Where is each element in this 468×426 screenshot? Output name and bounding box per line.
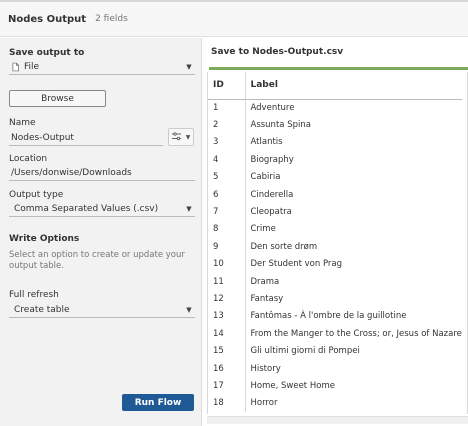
file-icon <box>9 62 19 72</box>
cell-id: 11 <box>208 272 246 291</box>
full-refresh-value: Create table <box>14 305 70 315</box>
table-row: 15 Gli ultimi giorni di Pompei <box>208 342 462 360</box>
name-input[interactable]: Nodes-Output <box>9 131 163 146</box>
header-bar: Nodes Output 2 fields <box>0 0 468 37</box>
cell-label: Crime <box>250 224 276 235</box>
cell-label: Cleopatra <box>250 207 292 218</box>
column-header-label[interactable]: Label <box>245 72 462 100</box>
cell-label: Atlantis <box>250 137 283 148</box>
cell-label: History <box>250 363 281 374</box>
cell-id: 5 <box>208 168 246 186</box>
cell-label: Drama <box>250 276 280 287</box>
write-options-label: Write Options <box>9 234 80 244</box>
cell-id: 16 <box>208 359 246 378</box>
save-output-value: File <box>24 62 40 72</box>
preview-table: ID Label 1 Adventure 2 Assunta Spina 3 Atlant… <box>208 72 463 413</box>
settings-panel: Save output to File ▼ Browse Name Nodes-… <box>0 38 202 426</box>
cell-id: 12 <box>208 290 246 308</box>
cell-label: Gli ultimi giorni di Pompei <box>250 346 360 357</box>
full-refresh-label: Full refresh <box>9 290 59 300</box>
save-output-label: Save output to <box>9 48 85 58</box>
cell-id: 13 <box>208 307 246 326</box>
cell-label: Adventure <box>250 102 295 113</box>
full-refresh-dropdown[interactable]: Create table ▼ <box>9 303 195 318</box>
cell-label: From the Manger to the Cross; or, Jesus … <box>250 328 463 339</box>
output-type-value: Comma Separated Values (.csv) <box>14 204 159 214</box>
table-row: 6 Cinderella <box>208 185 462 204</box>
table-row: 3 Atlantis <box>208 133 462 152</box>
column-header-id[interactable]: ID <box>208 72 246 100</box>
sliders-icon <box>171 131 184 143</box>
location-input[interactable]: /Users/donwise/Downloads <box>9 166 195 181</box>
cell-label: Fantômas - À l'ombre de la guillotine <box>250 311 407 322</box>
table-row: 10 Der Student von Prag <box>208 255 462 273</box>
chevron-down-icon: ▼ <box>185 133 191 141</box>
name-label: Name <box>9 118 36 128</box>
cell-label: Home, Sweet Home <box>250 380 335 391</box>
run-flow-button[interactable]: Run Flow <box>122 394 194 411</box>
chevron-down-icon: ▼ <box>186 63 192 71</box>
cell-label: Fantasy <box>250 293 284 304</box>
location-label: Location <box>9 154 48 164</box>
table-row: 8 Crime <box>208 220 462 239</box>
cell-label: Assunta Spina <box>250 120 311 131</box>
table-row: 9 Den sorte drøm <box>208 238 462 256</box>
cell-id: 15 <box>208 342 246 360</box>
save-output-dropdown[interactable]: File ▼ <box>9 60 195 75</box>
preview-title: Save to Nodes-Output.csv <box>211 47 344 57</box>
step-title: Nodes Output <box>8 13 87 25</box>
cell-id: 17 <box>208 377 246 395</box>
write-options-hint: Select an option to create or update you… <box>9 250 185 271</box>
cell-id: 4 <box>208 151 246 169</box>
cell-id: 6 <box>208 185 246 204</box>
cell-id: 8 <box>208 220 246 239</box>
output-type-dropdown[interactable]: Comma Separated Values (.csv) ▼ <box>9 202 195 217</box>
name-options-button[interactable]: ▼ <box>168 128 194 146</box>
table-row: 1 Adventure <box>208 99 462 117</box>
cell-id: 9 <box>208 238 246 256</box>
cell-label: Cinderella <box>250 189 294 200</box>
table-row: 11 Drama <box>208 272 462 291</box>
preview-table-container[interactable]: ID Label 1 Adventure 2 Assunta Spina 3 Atlant… <box>207 72 468 414</box>
table-row: 13 Fantômas - À l'ombre de la guillotine <box>208 307 462 326</box>
cell-id: 7 <box>208 203 246 221</box>
cell-id: 1 <box>208 99 246 117</box>
table-row: 18 Horror <box>208 394 462 413</box>
cell-label: Den sorte drøm <box>250 241 318 252</box>
cell-label: Der Student von Prag <box>250 259 343 270</box>
preview-accent-bar <box>209 67 468 70</box>
table-row: 2 Assunta Spina <box>208 116 462 134</box>
horizontal-scrollbar[interactable] <box>207 416 468 424</box>
output-type-label: Output type <box>9 190 64 200</box>
cell-label: Horror <box>250 398 278 409</box>
preview-panel: Save to Nodes-Output.csv ID Label 1 Adven… <box>203 38 468 426</box>
table-row: 17 Home, Sweet Home <box>208 377 462 395</box>
cell-id: 3 <box>208 133 246 152</box>
cell-label: Biography <box>250 154 294 165</box>
table-row: 16 History <box>208 359 462 378</box>
cell-id: 14 <box>208 325 246 343</box>
cell-id: 2 <box>208 116 246 134</box>
field-count: 2 fields <box>95 14 128 24</box>
table-row: 7 Cleopatra <box>208 203 462 221</box>
browse-button[interactable]: Browse <box>9 90 106 107</box>
chevron-down-icon: ▼ <box>186 205 192 213</box>
table-row: 5 Cabiria <box>208 168 462 186</box>
cell-id: 18 <box>208 394 246 413</box>
table-row: 14 From the Manger to the Cross; or, Jesu… <box>208 325 463 343</box>
chevron-down-icon: ▼ <box>186 306 192 314</box>
table-row: 4 Biography <box>208 151 462 169</box>
table-row: 12 Fantasy <box>208 290 462 308</box>
cell-id: 10 <box>208 255 246 273</box>
cell-label: Cabiria <box>250 172 281 183</box>
